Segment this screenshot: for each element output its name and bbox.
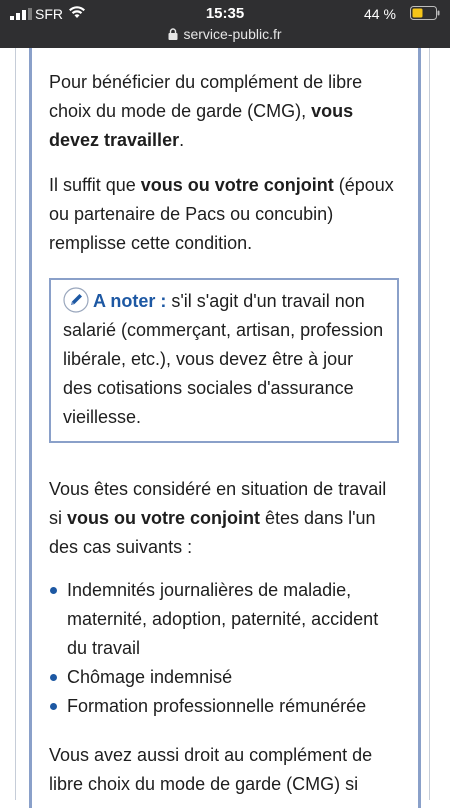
work-cases-list: Indemnités journalières de maladie, mate… (49, 576, 399, 721)
paragraph-text: . (179, 130, 185, 150)
list-item: Chômage indemnisé (49, 663, 399, 692)
note-label: A noter : (93, 291, 167, 311)
battery-icon (410, 6, 440, 20)
paragraph-emphasis: vous ou votre conjoint (140, 175, 334, 195)
list-item: Indemnités journalières de maladie, mate… (49, 576, 399, 663)
paragraph-cmg-condition: Pour bénéficier du complément de libre c… (49, 68, 399, 155)
url-text: service-public.fr (183, 26, 282, 42)
battery-percentage: 44 % (364, 6, 396, 22)
status-bar: SFR 15:35 44 % (0, 0, 450, 26)
paragraph-other-rights: Vous avez aussi droit au complément de l… (49, 741, 399, 799)
page-frame-left-rule (15, 48, 16, 800)
note-callout: A noter : s'il s'agit d'un travail non s… (49, 278, 399, 443)
status-and-address-bar: SFR 15:35 44 % service-public.fr (0, 0, 450, 48)
paragraph-emphasis: vous ou votre conjoint (67, 508, 261, 528)
lock-icon (168, 28, 178, 40)
note-text: s'il s'agit d'un travail non salarié (co… (63, 291, 384, 427)
paragraph-text: Il suffit que (49, 175, 141, 195)
article-content: Pour bénéficier du complément de libre c… (49, 68, 399, 799)
pencil-icon (63, 287, 89, 313)
page-frame-right-rule (429, 48, 430, 800)
address-bar[interactable]: service-public.fr (0, 26, 450, 46)
paragraph-work-situation: Vous êtes considéré en situation de trav… (49, 475, 399, 562)
paragraph-text: Vous avez aussi droit au complément de l… (49, 745, 373, 794)
paragraph-spouse-condition: Il suffit que vous ou votre conjoint (ép… (49, 171, 399, 258)
list-item: Formation professionnelle rémunérée (49, 692, 399, 721)
